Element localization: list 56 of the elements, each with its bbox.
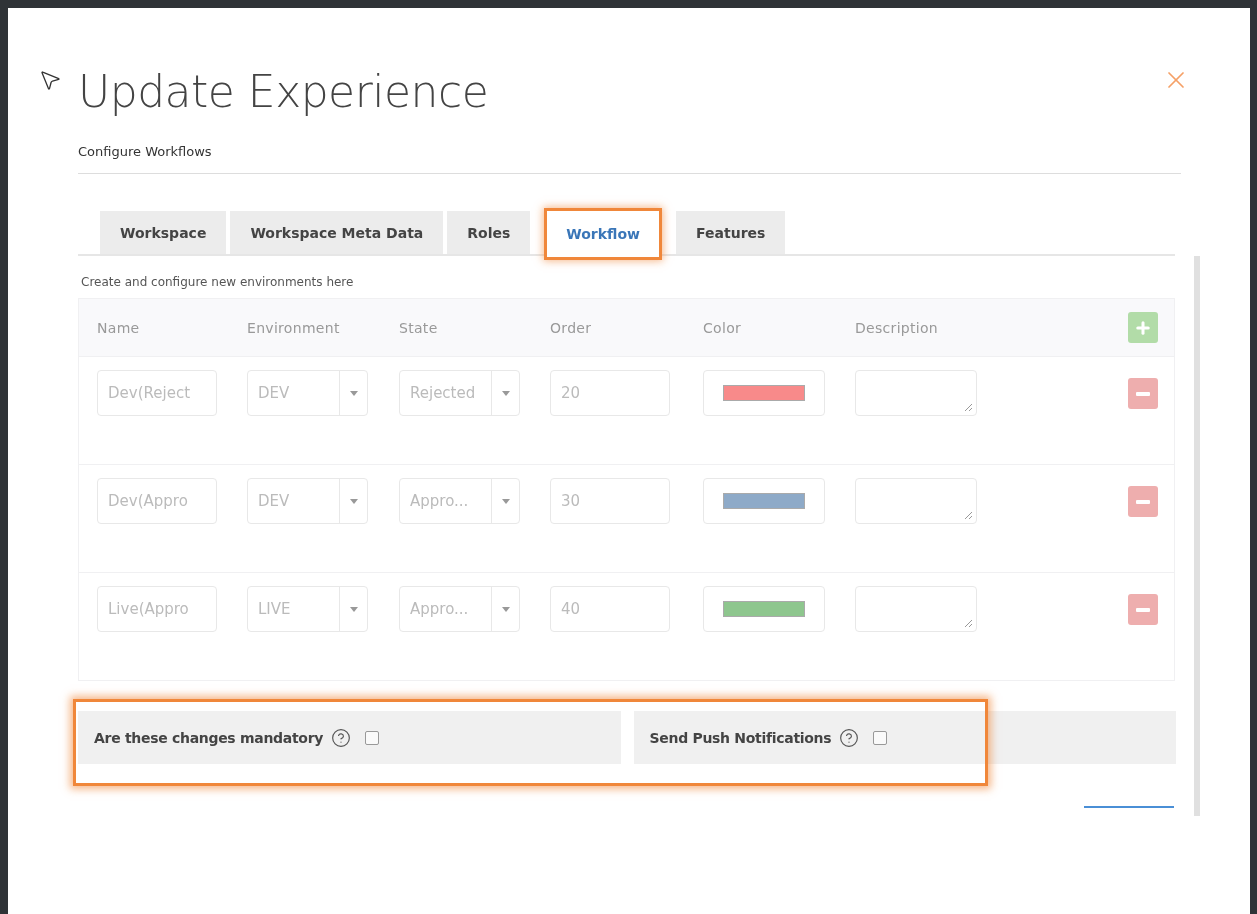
description-field[interactable]: [855, 586, 977, 632]
color-picker[interactable]: [703, 586, 825, 632]
dialog-title: Update Experience: [78, 65, 489, 119]
state-select[interactable]: Appro...: [399, 586, 520, 632]
column-header: Color: [703, 319, 743, 336]
minus-icon: [1136, 499, 1150, 504]
tab[interactable]: Workspace Meta Data: [230, 211, 444, 254]
column-header: State: [399, 319, 439, 336]
environment-select[interactable]: DEV: [247, 370, 368, 416]
caret-icon: [501, 390, 510, 396]
dialog-subtitle: Configure Workflows: [78, 144, 1181, 174]
add-button[interactable]: [1128, 312, 1158, 343]
resize-handle-icon[interactable]: [964, 511, 973, 520]
checkbox[interactable]: [873, 730, 888, 745]
description-field[interactable]: [855, 478, 977, 524]
help-icon[interactable]: [331, 727, 352, 748]
order-field[interactable]: 40: [550, 586, 670, 632]
resize-handle-icon[interactable]: [964, 403, 973, 412]
remove-button[interactable]: [1128, 486, 1158, 517]
order-field[interactable]: 30: [550, 478, 670, 524]
tab[interactable]: Workspace: [100, 211, 227, 254]
checkbox[interactable]: [365, 730, 380, 745]
name-field[interactable]: Dev(Appro: [97, 478, 217, 524]
color-picker[interactable]: [703, 370, 825, 416]
tab[interactable]: Workflow: [546, 210, 661, 258]
state-select[interactable]: Rejected: [399, 370, 520, 416]
hint-text: Create and configure new environments here: [81, 275, 355, 289]
option-label: Are these changes mandatory: [94, 729, 324, 746]
caret-icon: [349, 390, 358, 396]
name-field[interactable]: Live(Appro: [97, 586, 217, 632]
minus-icon: [1136, 391, 1150, 396]
order-field[interactable]: 20: [550, 370, 670, 416]
tab[interactable]: Features: [676, 211, 786, 254]
remove-button[interactable]: [1128, 378, 1158, 409]
column-header: Order: [550, 319, 593, 336]
caret-icon: [501, 606, 510, 612]
resize-handle-icon[interactable]: [964, 619, 973, 628]
remove-button[interactable]: [1128, 594, 1158, 625]
environment-select[interactable]: LIVE: [247, 586, 368, 632]
plus-icon: [1134, 318, 1152, 337]
state-select[interactable]: Appro...: [399, 478, 520, 524]
column-header: Name: [97, 319, 141, 336]
option-label: Send Push Notifications: [649, 729, 832, 746]
name-field[interactable]: Dev(Reject: [97, 370, 217, 416]
caret-icon: [501, 498, 510, 504]
column-header: Description: [855, 319, 940, 336]
column-header: Environment: [247, 319, 341, 336]
caret-icon: [349, 498, 358, 504]
environment-select[interactable]: DEV: [247, 478, 368, 524]
description-field[interactable]: [855, 370, 977, 416]
color-picker[interactable]: [703, 478, 825, 524]
minus-icon: [1136, 607, 1150, 612]
help-icon[interactable]: [839, 727, 860, 748]
scrollbar[interactable]: [1194, 256, 1200, 816]
caret-icon: [349, 606, 358, 612]
tab[interactable]: Roles: [447, 211, 531, 254]
